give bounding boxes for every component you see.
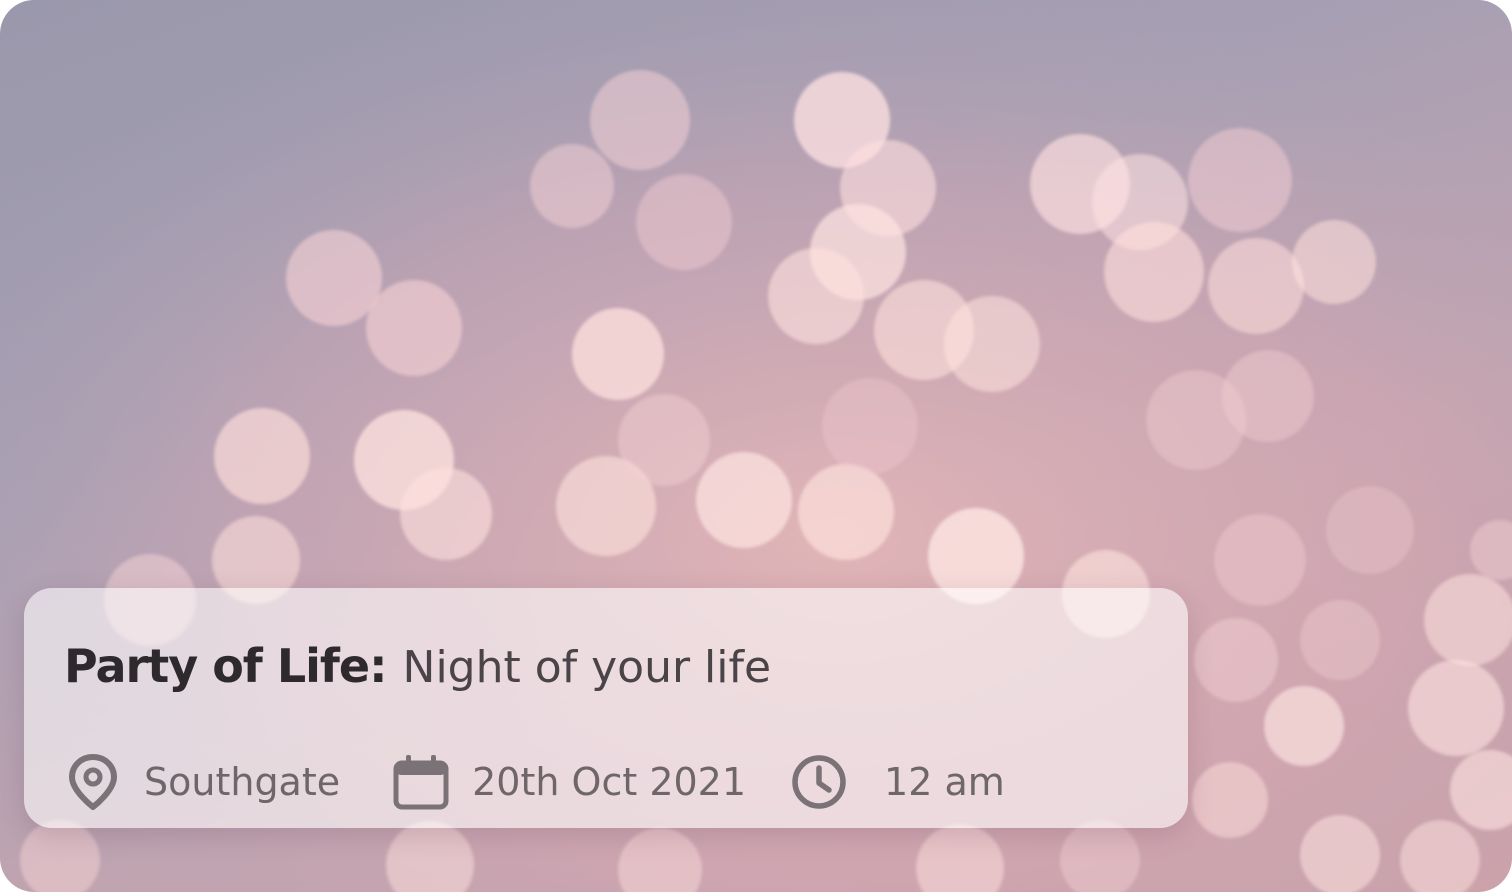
event-info-panel: Party of Life: Night of your life Southg… [24,588,1188,828]
clock-icon [790,753,848,811]
calendar-icon [392,753,450,811]
event-location: Southgate [64,753,340,811]
event-card[interactable]: Party of Life: Night of your life Southg… [0,0,1512,892]
event-meta-row: Southgate 20th Oct 2021 12 am [64,750,1005,814]
event-title-strong: Party of Life: [64,639,388,693]
event-title: Party of Life: Night of your life [64,634,771,700]
event-date: 20th Oct 2021 [392,753,746,811]
event-time: 12 am [790,753,1005,811]
event-title-subtitle: Night of your life [402,642,772,693]
location-pin-icon [64,753,122,811]
event-date-text: 20th Oct 2021 [472,760,747,804]
event-time-text: 12 am [884,760,1005,804]
event-location-text: Southgate [144,760,341,804]
